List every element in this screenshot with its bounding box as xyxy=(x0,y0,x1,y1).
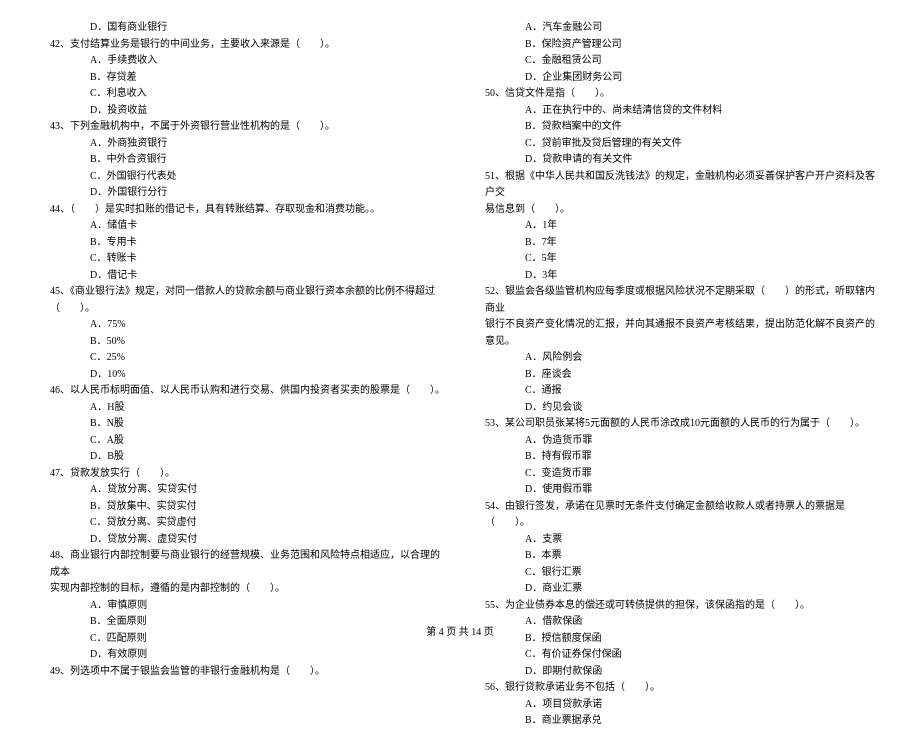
option-text: A．项目贷款承诺 xyxy=(525,697,880,714)
option-text: B．中外合资银行 xyxy=(90,152,445,169)
option-text: A．支票 xyxy=(525,532,880,549)
option-text: C．A股 xyxy=(90,433,445,450)
option-text: C．贷放分离、实贷虚付 xyxy=(90,515,445,532)
option-text: A．审慎原则 xyxy=(90,598,445,615)
page-content: D．国有商业银行42、支付结算业务是银行的中间业务，主要收入来源是（ ）。A．手… xyxy=(0,0,920,610)
question-text: 52、银监会各级监管机构应每季度或根据风险状况不定期采取（ ）的形式，听取辖内商… xyxy=(485,284,880,317)
question-text: 45、《商业银行法》规定，对同一借款人的贷款余额与商业银行资本余额的比例不得超过 xyxy=(50,284,445,301)
question-text: 51、根据《中华人民共和国反洗钱法》的规定，金融机构必须妥善保护客户开户资料及客… xyxy=(485,169,880,202)
question-text: 54、由银行签发，承诺在见票时无条件支付确定金额给收款人或者持票人的票据是（ ）… xyxy=(485,499,880,532)
option-text: C．5年 xyxy=(525,251,880,268)
option-text: B．贷款档案中的文件 xyxy=(525,119,880,136)
option-text: A．手续费收入 xyxy=(90,53,445,70)
option-text: D．商业汇票 xyxy=(525,581,880,598)
question-text: 55、为企业债券本息的偿还或可转债提供的担保，该保函指的是（ ）。 xyxy=(485,598,880,615)
question-continuation: 易信息到（ ）。 xyxy=(485,202,880,219)
option-text: C．金融租赁公司 xyxy=(525,53,880,70)
option-text: A．伪造货币罪 xyxy=(525,433,880,450)
option-text: B．贷放集中、实贷实付 xyxy=(90,499,445,516)
question-text: 50、信贷文件是指（ ）。 xyxy=(485,86,880,103)
option-text: B．专用卡 xyxy=(90,235,445,252)
option-text: A．风险例会 xyxy=(525,350,880,367)
option-text: D．企业集团财务公司 xyxy=(525,70,880,87)
option-text: D．贷放分离、虚贷实付 xyxy=(90,532,445,549)
option-text: C．银行汇票 xyxy=(525,565,880,582)
question-text: 53、某公司职员张某将5元面额的人民币涂改成10元面额的人民币的行为属于（ ）。 xyxy=(485,416,880,433)
question-text: 56、银行贷款承诺业务不包括（ ）。 xyxy=(485,680,880,697)
question-continuation: 实现内部控制的目标，遵循的是内部控制的（ ）。 xyxy=(50,581,445,598)
page-footer: 第 4 页 共 14 页 xyxy=(0,623,920,638)
option-text: A．正在执行中的、尚未结清信贷的文件材料 xyxy=(525,103,880,120)
option-text: C．25% xyxy=(90,350,445,367)
option-text: B．商业票据承兑 xyxy=(525,713,880,730)
option-text: B．50% xyxy=(90,334,445,351)
option-text: C．外国银行代表处 xyxy=(90,169,445,186)
option-text: A．1年 xyxy=(525,218,880,235)
option-text: A．外商独资银行 xyxy=(90,136,445,153)
option-text: D．即期付款保函 xyxy=(525,664,880,681)
option-text: D．投资收益 xyxy=(90,103,445,120)
option-text: A．75% xyxy=(90,317,445,334)
option-text: D．有效原则 xyxy=(90,647,445,664)
option-text: C．变造货币罪 xyxy=(525,466,880,483)
option-text: D．B股 xyxy=(90,449,445,466)
option-text: C．转账卡 xyxy=(90,251,445,268)
option-text: D．借记卡 xyxy=(90,268,445,285)
option-text: A．储值卡 xyxy=(90,218,445,235)
option-text: A．汽车金融公司 xyxy=(525,20,880,37)
option-text: D．10% xyxy=(90,367,445,384)
option-text: B．7年 xyxy=(525,235,880,252)
question-text: 43、下列金融机构中，不属于外资银行营业性机构的是（ ）。 xyxy=(50,119,445,136)
option-text: C．贷前审批及贷后管理的有关文件 xyxy=(525,136,880,153)
option-text: D．贷款申请的有关文件 xyxy=(525,152,880,169)
option-text: B．存贷差 xyxy=(90,70,445,87)
left-column: D．国有商业银行42、支付结算业务是银行的中间业务，主要收入来源是（ ）。A．手… xyxy=(50,20,445,600)
option-text: D．外国银行分行 xyxy=(90,185,445,202)
question-continuation: （ ）。 xyxy=(50,301,445,318)
option-text: B．持有假币罪 xyxy=(525,449,880,466)
right-column: A．汽车金融公司B．保险资产管理公司C．金融租赁公司D．企业集团财务公司50、信… xyxy=(485,20,880,600)
question-text: 49、列选项中不属于银监会监管的非银行金融机构是（ ）。 xyxy=(50,664,445,681)
option-text: D．国有商业银行 xyxy=(90,20,445,37)
option-text: B．本票 xyxy=(525,548,880,565)
option-text: B．座谈会 xyxy=(525,367,880,384)
option-text: C．通报 xyxy=(525,383,880,400)
question-text: 42、支付结算业务是银行的中间业务，主要收入来源是（ ）。 xyxy=(50,37,445,54)
option-text: D．3年 xyxy=(525,268,880,285)
question-text: 47、贷款发放实行（ ）。 xyxy=(50,466,445,483)
option-text: C．利息收入 xyxy=(90,86,445,103)
option-text: A．贷放分离、实贷实付 xyxy=(90,482,445,499)
option-text: C．有价证券保付保函 xyxy=(525,647,880,664)
option-text: B．保险资产管理公司 xyxy=(525,37,880,54)
question-continuation: 银行不良资产变化情况的汇报，并向其通报不良资产考核结果，提出防范化解不良资产的意… xyxy=(485,317,880,350)
option-text: A．H股 xyxy=(90,400,445,417)
question-text: 46、以人民币标明面值、以人民币认购和进行交易、供国内投资者买卖的股票是（ ）。 xyxy=(50,383,445,400)
option-text: D．约见会谈 xyxy=(525,400,880,417)
option-text: B．N股 xyxy=(90,416,445,433)
question-text: 44、（ ）是实时扣账的借记卡，具有转账结算、存取现金和消费功能。。 xyxy=(50,202,445,219)
question-text: 48、商业银行内部控制要与商业银行的经营规模、业务范围和风险特点相适应，以合理的… xyxy=(50,548,445,581)
option-text: D．使用假币罪 xyxy=(525,482,880,499)
